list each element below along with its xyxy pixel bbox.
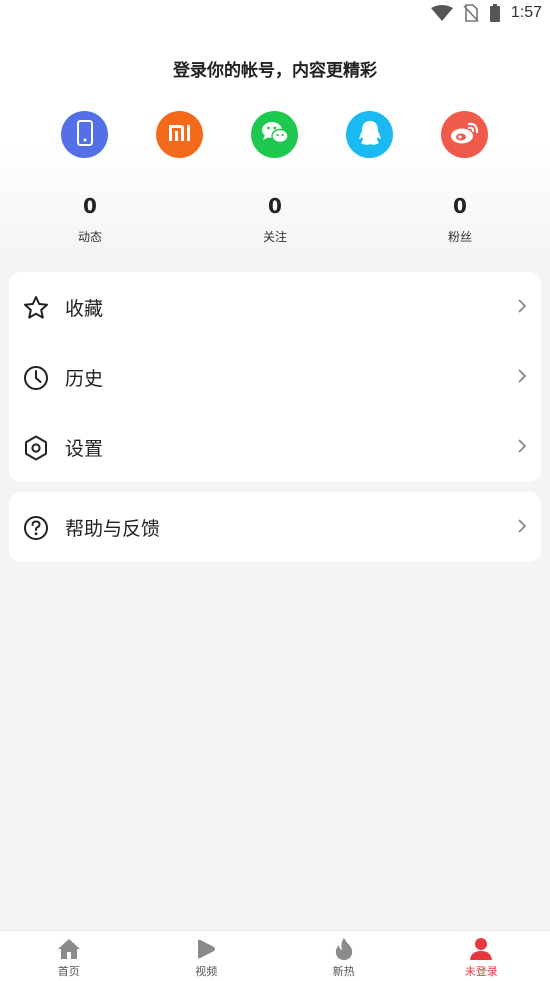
wechat-icon — [260, 120, 290, 150]
stat-posts[interactable]: 0 动态 — [40, 194, 140, 245]
settings-icon — [22, 434, 50, 462]
stat-label: 关注 — [262, 230, 287, 244]
profile-stats: 0 动态 0 关注 0 粉丝 — [0, 194, 550, 250]
weibo-login-button[interactable] — [441, 111, 488, 158]
menu-card: 收藏 历史 设置 — [9, 272, 541, 482]
wechat-login-button[interactable] — [251, 111, 298, 158]
menu-item-label: 帮助与反馈 — [65, 517, 161, 540]
status-bar: 1:57 — [0, 0, 550, 26]
stat-value: 0 — [83, 194, 97, 218]
stat-value: 0 — [268, 194, 282, 218]
clock-icon — [22, 364, 50, 392]
nav-item-trending[interactable]: 新热 — [275, 931, 413, 981]
phone-icon — [74, 119, 96, 150]
menu-item-favorites[interactable]: 收藏 — [9, 272, 541, 342]
xiaomi-icon — [167, 123, 193, 147]
flame-icon — [331, 937, 357, 961]
stat-followers[interactable]: 0 粉丝 — [410, 194, 510, 245]
stat-value: 0 — [453, 194, 467, 218]
chevron-right-icon — [517, 298, 527, 314]
weibo-icon — [450, 121, 480, 149]
nav-item-profile[interactable]: 未登录 — [413, 931, 550, 981]
nav-label: 未登录 — [464, 965, 498, 978]
menu-item-label: 设置 — [65, 437, 104, 460]
login-methods — [0, 111, 550, 159]
qq-login-button[interactable] — [346, 111, 393, 158]
bottom-nav: 首页 视频 新热 未登录 — [0, 930, 550, 981]
no-sim-icon — [463, 4, 479, 22]
help-icon — [22, 514, 50, 542]
menu-item-settings[interactable]: 设置 — [9, 412, 541, 482]
wifi-icon — [430, 5, 453, 21]
nav-item-video[interactable]: 视频 — [138, 931, 276, 981]
chevron-right-icon — [517, 368, 527, 384]
phone-login-button[interactable] — [61, 111, 108, 158]
chevron-right-icon — [517, 438, 527, 454]
menu-item-label: 历史 — [65, 367, 104, 390]
stat-label: 动态 — [77, 230, 102, 244]
qq-icon — [358, 119, 382, 151]
xiaomi-login-button[interactable] — [156, 111, 203, 158]
menu-item-help-feedback[interactable]: 帮助与反馈 — [9, 492, 541, 562]
status-time: 1:57 — [510, 4, 542, 21]
user-icon — [468, 937, 494, 961]
stat-following[interactable]: 0 关注 — [225, 194, 325, 245]
menu-item-label: 收藏 — [65, 297, 104, 320]
login-prompt-title: 登录你的帐号，内容更精彩 — [173, 61, 377, 81]
menu-item-history[interactable]: 历史 — [9, 342, 541, 412]
nav-label: 首页 — [57, 965, 80, 978]
nav-item-home[interactable]: 首页 — [0, 931, 138, 981]
play-icon — [193, 937, 219, 961]
help-card: 帮助与反馈 — [9, 492, 541, 562]
battery-icon — [489, 4, 501, 22]
star-icon — [22, 294, 50, 322]
nav-label: 新热 — [332, 965, 355, 978]
stat-label: 粉丝 — [447, 230, 472, 244]
chevron-right-icon — [517, 518, 527, 534]
nav-label: 视频 — [195, 965, 218, 978]
home-icon — [56, 937, 82, 961]
